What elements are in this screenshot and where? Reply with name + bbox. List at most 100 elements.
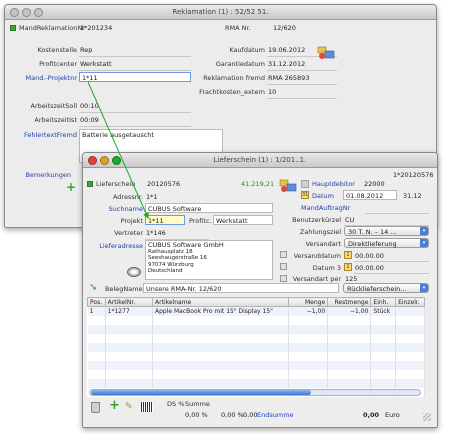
projekt-field[interactable]: 1*11 [145,215,185,225]
trash-icon[interactable] [91,402,100,413]
scrollbar-thumb[interactable] [91,390,311,395]
versanddatum-underline [354,261,429,262]
table-row[interactable] [87,342,425,352]
document-icon[interactable] [301,180,309,188]
column-header[interactable]: Pos. [87,297,106,307]
arbeitszeit-ist-value[interactable]: 00:09 [80,116,99,124]
summe-label: Summe [185,400,210,408]
kaufdatum-value[interactable]: 19.06.2012 [268,46,305,54]
belegart-select[interactable]: Rücklieferschein... ▾ [343,283,429,293]
pen-icon[interactable] [280,251,287,258]
table-row[interactable] [87,378,425,388]
address-book-icon[interactable] [317,45,335,61]
bemerkungen-label[interactable]: Bemerkungen [9,171,71,179]
kostenstelle-label: Kostenstelle [37,46,77,54]
reklamation-fremd-label: Reklamation fremd [203,74,265,82]
lieferschein-titlebar: Lieferschein (1) : 1/201..1. [83,153,437,168]
reklamation-fremd-underline [267,84,337,85]
pen-icon[interactable] [280,263,287,270]
column-header[interactable]: Menge [287,297,329,307]
datum-label[interactable]: Datum [312,192,334,200]
belegname-label: BelegName [105,285,143,293]
arrow-icon[interactable]: ➘ [89,283,97,293]
plus-icon[interactable]: + [109,399,120,412]
versandart-per-value[interactable]: 125 [345,275,357,283]
datum3-underline [354,273,429,274]
column-header[interactable]: Einh. [370,297,397,307]
garantiedatum-value[interactable]: 31.12.2012 [268,60,305,68]
table-row[interactable] [87,315,425,325]
garantiedatum-underline [267,70,337,71]
profitcenter-field[interactable]: Werkstatt [213,215,273,225]
pen-icon[interactable] [280,275,287,282]
table-cell: 1 [87,306,106,316]
mandauftragnr-underline [365,213,429,214]
profitcenter-value[interactable]: Werkstatt [80,60,112,68]
lieferschein-window: Lieferschein (1) : 1/201..1. 1*20120576 … [82,152,438,428]
calendar-icon[interactable]: 1 [344,263,352,271]
table-row[interactable] [87,360,425,370]
suchname-field[interactable]: CUBUS Software [145,203,273,213]
table-cell: −1,00 [288,306,329,316]
arbeitszeit-soll-value[interactable]: 00:10 [80,102,99,110]
lieferschein-title: Lieferschein (1) : 1/201..1. [213,156,307,164]
chevron-down-icon: ▾ [420,239,428,247]
column-header[interactable]: Restmenge [327,297,372,307]
garantiedatum-label: Garantiedatum [215,60,265,68]
vertreter-value[interactable]: 1*146 [146,229,166,237]
lieferadresse-field[interactable]: CUBUS Software GmbH Rathausplatz 18 Sees… [145,240,273,280]
rma-nr-label: RMA Nr. [225,24,251,32]
zahlungsziel-select[interactable]: 30 T. N. – 14 ... ▾ [344,226,429,236]
barcode-icon[interactable] [141,402,153,412]
hauptdebitor-label[interactable]: Hauptdebitor [312,180,355,188]
adressnr-value[interactable]: 1*1 [146,193,158,201]
zahlungsziel-label: Zahlungsziel [299,228,341,236]
reklamation-title: Reklamation (1) : 52/52 51. [172,8,269,16]
reklamation-fremd-value[interactable]: RMA 265893 [268,74,309,82]
hauptdebitor-value[interactable]: 22000 [364,180,385,188]
calendar-icon[interactable]: 1 [344,251,352,259]
summe-value: 0,00 [243,411,258,419]
plus-icon[interactable]: + [66,181,76,193]
disk-icon[interactable] [127,267,141,277]
resize-grip-icon[interactable] [423,413,431,421]
datum3-value[interactable]: 00.00.00 [355,264,384,272]
table-row[interactable] [87,351,425,361]
fehlertext-fremd-label[interactable]: FehlertextFremd [9,131,77,139]
endsumme-label[interactable]: Endsumme [257,411,294,419]
percent-2: 0,00 % [221,411,244,419]
mand-projektnr-label[interactable]: Mand.-Projektnr [11,74,77,82]
chevron-down-icon: ▾ [420,227,428,235]
benutzer-value[interactable]: CU [345,216,354,224]
column-header[interactable]: Einzelr. [395,297,425,307]
table-header: Pos. ArtikelNr. Artikelname Menge Restme… [87,297,425,307]
positions-table[interactable]: Pos. ArtikelNr. Artikelname Menge Restme… [87,297,425,397]
endsumme-value: 0,00 [363,411,380,419]
currency-label: Euro [385,411,400,419]
horizontal-scrollbar[interactable] [89,389,421,396]
address-book-icon[interactable] [279,178,297,194]
lieferschein-nr-value: 20120576 [147,180,181,188]
lieferadresse-label[interactable]: Lieferadresse [87,242,143,250]
column-header[interactable]: Artikelname [152,297,289,307]
datum-field[interactable]: 01.08.2012 [343,190,397,200]
mandauftragnr-label[interactable]: MandAuftragNr [301,204,350,212]
kw-badge: 31 [301,191,309,199]
table-row[interactable]: 1 1*1277 Apple MacBook Pro mit 15" Displ… [87,306,425,316]
projekt-label: Projekt [120,217,143,225]
pen-icon[interactable]: ✎ [125,402,133,412]
suchname-label[interactable]: Suchname [93,205,143,213]
versandart-select[interactable]: Direktlieferung ▾ [344,238,429,248]
kostenstelle-underline [79,56,191,57]
column-header[interactable]: ArtikelNr. [104,297,154,307]
belegname-field[interactable]: Unsere RMA-Nr. 12/620 [143,283,339,293]
table-cell: Apple MacBook Pro mit 15" Display 15" [152,306,289,316]
frachtkosten-value[interactable]: 10 [268,88,276,96]
kostenstelle-value[interactable]: Rep [80,46,92,54]
table-row[interactable] [87,369,425,379]
datum3-label: Datum 3 [312,264,341,272]
versanddatum-value[interactable]: 00.00.00 [355,252,384,260]
table-row[interactable] [87,333,425,343]
mand-projektnr-field[interactable]: 1*11 [79,72,191,82]
table-row[interactable] [87,324,425,334]
